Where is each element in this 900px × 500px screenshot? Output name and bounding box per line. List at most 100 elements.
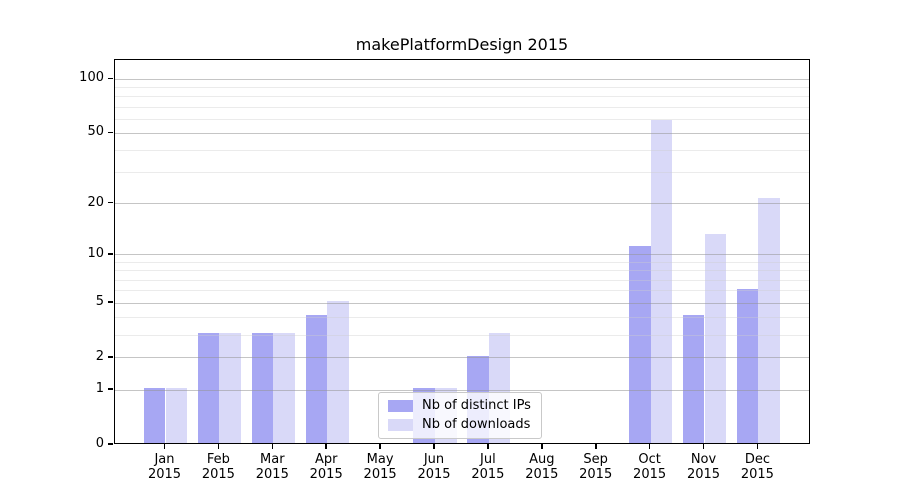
grid-line-major [115, 203, 809, 204]
y-tick-mark [108, 253, 113, 255]
x-tick-mark [379, 444, 381, 449]
y-tick-mark [108, 202, 113, 204]
x-tick-label: Nov2015 [676, 452, 732, 482]
x-tick-year: 2015 [137, 467, 193, 482]
x-tick-mark [164, 444, 166, 449]
x-tick-label: Apr2015 [298, 452, 354, 482]
x-tick-month: Sep [568, 452, 624, 467]
grid-line-minor [115, 280, 809, 281]
x-tick-mark [649, 444, 651, 449]
x-tick-label: Aug2015 [514, 452, 570, 482]
y-tick-mark [108, 443, 113, 445]
bar-downloads [166, 388, 188, 443]
grid-line-major [115, 357, 809, 358]
x-tick-mark [541, 444, 543, 449]
legend-label: Nb of downloads [422, 417, 530, 433]
x-tick-mark [757, 444, 759, 449]
grid-line-minor [115, 290, 809, 291]
grid-line-minor [115, 119, 809, 120]
x-tick-month: Apr [298, 452, 354, 467]
bar-downloads [651, 120, 673, 443]
x-tick-year: 2015 [244, 467, 300, 482]
x-tick-month: Aug [514, 452, 570, 467]
legend-label: Nb of distinct IPs [422, 398, 531, 414]
x-tick-month: Nov [676, 452, 732, 467]
x-tick-label: Feb2015 [190, 452, 246, 482]
x-tick-mark [272, 444, 274, 449]
grid-line-minor [115, 172, 809, 173]
y-tick-label: 20 [0, 195, 104, 211]
x-tick-year: 2015 [406, 467, 462, 482]
grid-line-major [115, 390, 809, 391]
x-tick-mark [433, 444, 435, 449]
x-tick-mark [218, 444, 220, 449]
grid-line-minor [115, 87, 809, 88]
grid-line-minor [115, 270, 809, 271]
x-tick-month: Mar [244, 452, 300, 467]
chart-title: makePlatformDesign 2015 [114, 36, 810, 54]
y-tick-label: 10 [0, 246, 104, 262]
x-tick-month: Feb [190, 452, 246, 467]
x-tick-month: Oct [622, 452, 678, 467]
y-tick-label: 1 [0, 381, 104, 397]
x-tick-year: 2015 [568, 467, 624, 482]
x-tick-month: Jun [406, 452, 462, 467]
chart: makePlatformDesign 2015 Nb of distinct I… [0, 0, 900, 500]
grid-line-major [115, 254, 809, 255]
x-tick-label: May2015 [352, 452, 408, 482]
x-tick-month: Jul [460, 452, 516, 467]
bar-downloads [327, 301, 349, 443]
x-tick-label: Oct2015 [622, 452, 678, 482]
x-tick-mark [487, 444, 489, 449]
bar-distinct-ips [629, 246, 651, 443]
legend-swatch [388, 419, 413, 431]
grid-line-minor [115, 335, 809, 336]
y-tick-mark [108, 301, 113, 303]
x-tick-year: 2015 [298, 467, 354, 482]
x-tick-label: Dec2015 [729, 452, 785, 482]
grid-line-major [115, 133, 809, 134]
y-tick-label: 50 [0, 124, 104, 140]
x-tick-label: Sep2015 [568, 452, 624, 482]
x-tick-year: 2015 [352, 467, 408, 482]
bar-downloads [219, 333, 241, 443]
grid-line-minor [115, 107, 809, 108]
legend: Nb of distinct IPs Nb of downloads [378, 392, 542, 439]
y-tick-label: 100 [0, 70, 104, 86]
y-tick-mark [108, 132, 113, 134]
x-tick-year: 2015 [676, 467, 732, 482]
bar-downloads [273, 333, 295, 443]
x-tick-year: 2015 [460, 467, 516, 482]
bar-distinct-ips [737, 289, 759, 443]
legend-item: Nb of distinct IPs [388, 398, 531, 414]
grid-line-major [115, 79, 809, 80]
grid-line-major [115, 303, 809, 304]
x-tick-label: Mar2015 [244, 452, 300, 482]
grid-line-minor [115, 96, 809, 97]
x-tick-mark [595, 444, 597, 449]
y-tick-mark [108, 388, 113, 390]
x-tick-month: May [352, 452, 408, 467]
bar-downloads [758, 198, 780, 443]
x-tick-year: 2015 [190, 467, 246, 482]
x-tick-month: Dec [729, 452, 785, 467]
legend-swatch [388, 400, 413, 412]
y-tick-label: 5 [0, 294, 104, 310]
y-tick-label: 0 [0, 436, 104, 452]
grid-line-minor [115, 262, 809, 263]
y-tick-mark [108, 78, 113, 80]
x-tick-year: 2015 [514, 467, 570, 482]
y-tick-mark [108, 356, 113, 358]
grid-line-minor [115, 317, 809, 318]
bar-distinct-ips [252, 333, 274, 443]
x-tick-year: 2015 [729, 467, 785, 482]
x-tick-label: Jan2015 [137, 452, 193, 482]
bar-distinct-ips [144, 388, 166, 443]
bar-downloads [705, 234, 727, 443]
x-tick-label: Jun2015 [406, 452, 462, 482]
grid-line-minor [115, 150, 809, 151]
bar-distinct-ips [198, 333, 220, 443]
y-tick-label: 2 [0, 349, 104, 365]
x-tick-year: 2015 [622, 467, 678, 482]
x-tick-mark [703, 444, 705, 449]
